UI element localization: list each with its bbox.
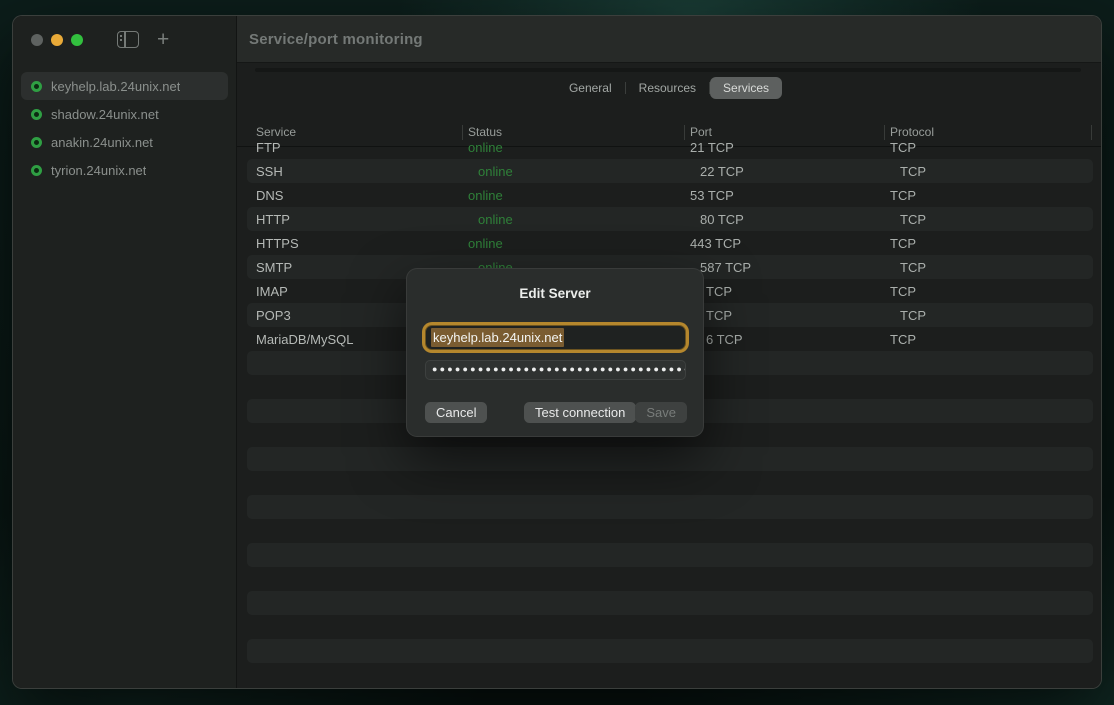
cell-port: 6 TCP — [684, 332, 884, 347]
add-server-icon[interactable]: + — [157, 31, 169, 48]
table-row-empty — [237, 519, 1101, 543]
cell-protocol: TCP — [884, 236, 1101, 251]
sidebar: + keyhelp.lab.24unix.net shadow.24unix.n… — [13, 16, 237, 688]
save-button[interactable]: Save — [635, 402, 687, 423]
password-masked-value: ●●●●●●●●●●●●●●●●●●●●●●●●●●●●●●●●●● — [432, 365, 686, 374]
cell-port: 587 TCP — [694, 260, 894, 275]
cell-service: HTTP — [247, 212, 472, 227]
cancel-button[interactable]: Cancel — [425, 402, 487, 423]
cell-status: online — [462, 188, 684, 203]
table-row-empty — [247, 495, 1093, 519]
sidebar-toggle-icon[interactable] — [117, 31, 139, 48]
host-input[interactable]: keyhelp.lab.24unix.net — [425, 325, 686, 350]
host-input-selected-text: keyhelp.lab.24unix.net — [431, 328, 564, 347]
server-label: shadow.24unix.net — [51, 107, 159, 122]
table-row-empty — [237, 615, 1101, 639]
cell-protocol: TCP — [894, 164, 1093, 179]
server-online-dot-icon — [31, 137, 42, 148]
cell-service: SSH — [247, 164, 472, 179]
cell-protocol: TCP — [894, 260, 1093, 275]
minimize-window-button[interactable] — [51, 34, 63, 46]
toolbar-divider — [255, 68, 1081, 72]
cell-port: TCP — [684, 284, 884, 299]
titlebar-main: Service/port monitoring — [237, 16, 1101, 63]
cell-protocol: TCP — [884, 140, 1101, 155]
table-row-empty — [247, 447, 1093, 471]
sidebar-item-keyhelp[interactable]: keyhelp.lab.24unix.net — [21, 72, 228, 100]
sidebar-item-shadow[interactable]: shadow.24unix.net — [21, 100, 228, 128]
tab-services[interactable]: Services — [710, 77, 782, 99]
tab-resources[interactable]: Resources — [626, 77, 709, 99]
cell-protocol: TCP — [894, 308, 1093, 323]
server-label: tyrion.24unix.net — [51, 163, 146, 178]
cell-port: 443 TCP — [684, 236, 884, 251]
server-online-dot-icon — [31, 165, 42, 176]
test-connection-button[interactable]: Test connection — [524, 402, 636, 423]
cell-status: online — [472, 212, 694, 227]
table-row[interactable]: DNS online 53 TCP TCP — [237, 183, 1101, 207]
cell-status: online — [472, 164, 694, 179]
sidebar-item-tyrion[interactable]: tyrion.24unix.net — [21, 156, 228, 184]
close-window-button[interactable] — [31, 34, 43, 46]
cell-port: 22 TCP — [694, 164, 894, 179]
table-row[interactable]: HTTP online 80 TCP TCP — [247, 207, 1093, 231]
table-row[interactable]: SSH online 22 TCP TCP — [247, 159, 1093, 183]
cell-service: FTP — [237, 140, 462, 155]
tab-general[interactable]: General — [556, 77, 625, 99]
table-row-empty — [247, 591, 1093, 615]
server-online-dot-icon — [31, 109, 42, 120]
table-row-empty — [247, 543, 1093, 567]
cell-protocol: TCP — [884, 284, 1101, 299]
edit-server-dialog: Edit Server keyhelp.lab.24unix.net ●●●●●… — [406, 268, 704, 437]
password-input[interactable]: ●●●●●●●●●●●●●●●●●●●●●●●●●●●●●●●●●● — [425, 360, 686, 380]
cell-port: 53 TCP — [684, 188, 884, 203]
cell-status: online — [462, 236, 684, 251]
cell-protocol: TCP — [894, 212, 1093, 227]
server-list: keyhelp.lab.24unix.net shadow.24unix.net… — [13, 63, 236, 184]
table-row-empty — [237, 663, 1101, 687]
page-title: Service/port monitoring — [249, 31, 423, 48]
cell-port: TCP — [694, 308, 894, 323]
cell-port: 21 TCP — [684, 140, 884, 155]
cell-status: online — [462, 140, 684, 155]
table-row-empty — [247, 639, 1093, 663]
cell-protocol: TCP — [884, 188, 1101, 203]
dialog-title: Edit Server — [407, 286, 703, 301]
titlebar-sidebar: + — [13, 16, 236, 63]
cell-service: HTTPS — [237, 236, 462, 251]
cell-service: DNS — [237, 188, 462, 203]
table-row-empty — [237, 567, 1101, 591]
server-label: keyhelp.lab.24unix.net — [51, 79, 180, 94]
cell-port: 80 TCP — [694, 212, 894, 227]
server-online-dot-icon — [31, 81, 42, 92]
segmented-control: General Resources Services — [237, 77, 1101, 99]
table-row[interactable]: FTP online 21 TCP TCP — [237, 135, 1101, 159]
table-row[interactable]: HTTPS online 443 TCP TCP — [237, 231, 1101, 255]
cell-protocol: TCP — [884, 332, 1101, 347]
zoom-window-button[interactable] — [71, 34, 83, 46]
sidebar-item-anakin[interactable]: anakin.24unix.net — [21, 128, 228, 156]
server-label: anakin.24unix.net — [51, 135, 153, 150]
table-row-empty — [237, 471, 1101, 495]
